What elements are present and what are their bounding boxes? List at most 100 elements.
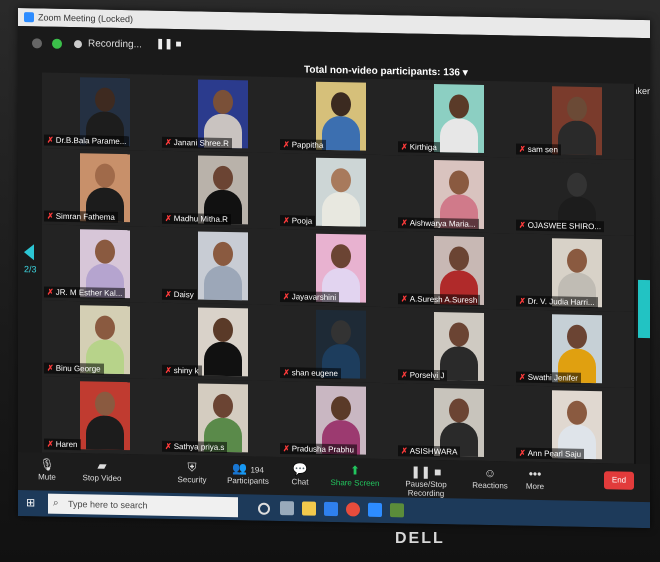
participant-tile[interactable]: ✗ ASISHWARA [396, 383, 518, 464]
zoom-taskbar-icon[interactable] [368, 502, 382, 517]
participant-tile[interactable]: ✗ Sathya priya.s [160, 378, 282, 460]
record-dot-icon [74, 40, 82, 49]
mail-icon[interactable] [324, 501, 338, 517]
next-page-button[interactable] [638, 279, 650, 339]
participant-tile[interactable]: ✗ Janani Shree.R [160, 74, 282, 156]
pause-stop-recording-icons[interactable]: ❚❚ ■ [156, 39, 182, 50]
participant-tile[interactable]: ✗ Dr. V. Judia Harri... [514, 233, 636, 314]
participant-tile[interactable]: ✗ Porselvi J [396, 307, 518, 388]
participant-tile[interactable]: ✗ Dr.B.Bala Parame... [42, 72, 164, 153]
participant-tile[interactable]: ✗ Aishwarya Maria... [396, 155, 518, 236]
share-screen-button[interactable]: ⬆ Share Screen [330, 462, 380, 488]
security-button[interactable]: ⛨ Security [174, 459, 210, 485]
participant-head [95, 87, 115, 112]
chat-label: Chat [291, 477, 309, 487]
participant-name: Binu George [55, 363, 101, 374]
participant-name-tag: ✗ Pooja [280, 215, 316, 227]
participant-name: Aishwarya Maria... [409, 218, 476, 229]
muted-mic-icon: ✗ [47, 363, 54, 373]
participant-name-tag: ✗ OJASWEE SHIRO... [516, 219, 605, 233]
participant-name-tag: ✗ Aishwarya Maria... [398, 217, 479, 230]
reactions-button[interactable]: ☺ Reactions [470, 465, 510, 491]
windows-start-icon[interactable]: ⊞ [26, 496, 40, 510]
participant-tile[interactable]: ✗ Swathi Jenifer [514, 309, 636, 390]
mute-label: Mute [38, 472, 56, 482]
participant-head [567, 324, 587, 349]
participant-head [213, 393, 233, 419]
participant-tile[interactable]: ✗ Kirthiga [396, 79, 518, 160]
participant-name: shiny k [173, 365, 199, 376]
participant-head [213, 241, 233, 267]
participant-head [449, 398, 469, 423]
participant-name: sam sen [527, 144, 558, 155]
participant-name-tag: ✗ Ann Pearl Saju [516, 447, 585, 460]
participant-tile[interactable]: ✗ Jayavarshini [278, 228, 400, 310]
participant-tile[interactable]: ✗ shan eugene [278, 304, 400, 386]
video-camera-icon: ▰ [97, 458, 107, 473]
participant-tile[interactable]: ✗ A.Suresh A.Suresh [396, 231, 518, 312]
participant-head [449, 246, 469, 271]
participant-name: Dr.B.Bala Parame... [55, 135, 127, 147]
participant-tile[interactable]: ✗ Pooja [278, 152, 400, 234]
participant-head [449, 94, 469, 119]
participant-name: shan eugene [291, 368, 338, 379]
muted-mic-icon: ✗ [283, 444, 290, 454]
muted-mic-icon: ✗ [401, 142, 408, 152]
chrome-icon[interactable] [346, 502, 360, 517]
participant-tile[interactable]: ✗ Binu George [42, 300, 164, 381]
participant-head [95, 315, 115, 340]
participant-name: Pradusha Prabhu [291, 444, 354, 455]
participant-head [331, 320, 351, 345]
participant-tile[interactable]: ✗ Haren [42, 376, 164, 457]
non-video-participants-dropdown[interactable]: Total non-video participants: 136 ▾ [304, 64, 468, 78]
mute-button[interactable]: 🎙 Mute [30, 456, 64, 482]
chat-button[interactable]: 💬 Chat [288, 461, 312, 486]
participant-torso [558, 120, 596, 156]
more-dots-icon: ••• [528, 466, 542, 482]
muted-mic-icon: ✗ [283, 140, 290, 150]
zoom-window: Zoom Meeting (Locked) Recording... ❚❚ ■ … [18, 8, 650, 529]
stop-video-button[interactable]: ▰ Stop Video [80, 457, 124, 483]
participant-name-tag: ✗ JR. M Esther Kal... [44, 286, 126, 300]
previous-page-button[interactable]: 2/3 [24, 244, 37, 274]
taskbar-search-box[interactable]: ⌕ Type here to search [48, 493, 238, 518]
participant-name-tag: ✗ Dr.B.Bala Parame... [44, 134, 130, 148]
search-icon: ⌕ [53, 497, 59, 509]
task-view-icon[interactable] [280, 501, 294, 516]
participant-head [331, 168, 351, 193]
participant-tile[interactable]: ✗ OJASWEE SHIRO... [514, 157, 636, 238]
participants-label: Participants [227, 476, 269, 486]
info-icon[interactable] [32, 38, 42, 49]
participant-tile[interactable]: ✗ Madhu Mitha.R [160, 150, 282, 232]
participant-name-tag: ✗ shan eugene [280, 367, 341, 380]
participant-tile[interactable]: ✗ Pappitha [278, 76, 400, 158]
participant-tile[interactable]: ✗ sam sen [514, 81, 636, 162]
cortana-icon[interactable] [258, 502, 270, 515]
end-meeting-button[interactable]: End [604, 471, 634, 490]
participant-tile[interactable]: ✗ Simran Fathema [42, 148, 164, 229]
muted-mic-icon: ✗ [519, 296, 526, 306]
participant-name: Porselvi J [409, 370, 445, 381]
more-button[interactable]: ••• More [522, 466, 548, 491]
participant-name-tag: ✗ Dr. V. Judia Harri... [516, 295, 598, 309]
chevron-down-icon: ▾ [462, 67, 468, 79]
participant-tile[interactable]: ✗ shiny k [160, 302, 282, 384]
muted-mic-icon: ✗ [165, 365, 172, 375]
file-explorer-icon[interactable] [302, 501, 316, 516]
participant-tile[interactable]: ✗ Daisy [160, 226, 282, 308]
participant-tile[interactable]: ✗ Pradusha Prabhu [278, 380, 400, 462]
pause-stop-recording-button[interactable]: ❚❚ ■ Pause/Stop Recording [386, 463, 466, 499]
participant-head [213, 165, 233, 191]
participant-name: Swathi Jenifer [527, 372, 578, 383]
share-screen-icon: ⬆ [349, 463, 361, 478]
arrow-left-icon [24, 244, 34, 261]
shield-icon[interactable] [52, 38, 62, 49]
share-screen-label: Share Screen [330, 478, 380, 488]
app-icon[interactable] [390, 503, 404, 518]
participant-tile[interactable]: ✗ Ann Pearl Saju [514, 385, 636, 466]
participants-button[interactable]: 👥 194 Participants [224, 460, 272, 486]
participant-head [213, 317, 233, 343]
participant-head [331, 244, 351, 269]
participant-tile[interactable]: ✗ JR. M Esther Kal... [42, 224, 164, 305]
muted-mic-icon: ✗ [165, 441, 172, 451]
